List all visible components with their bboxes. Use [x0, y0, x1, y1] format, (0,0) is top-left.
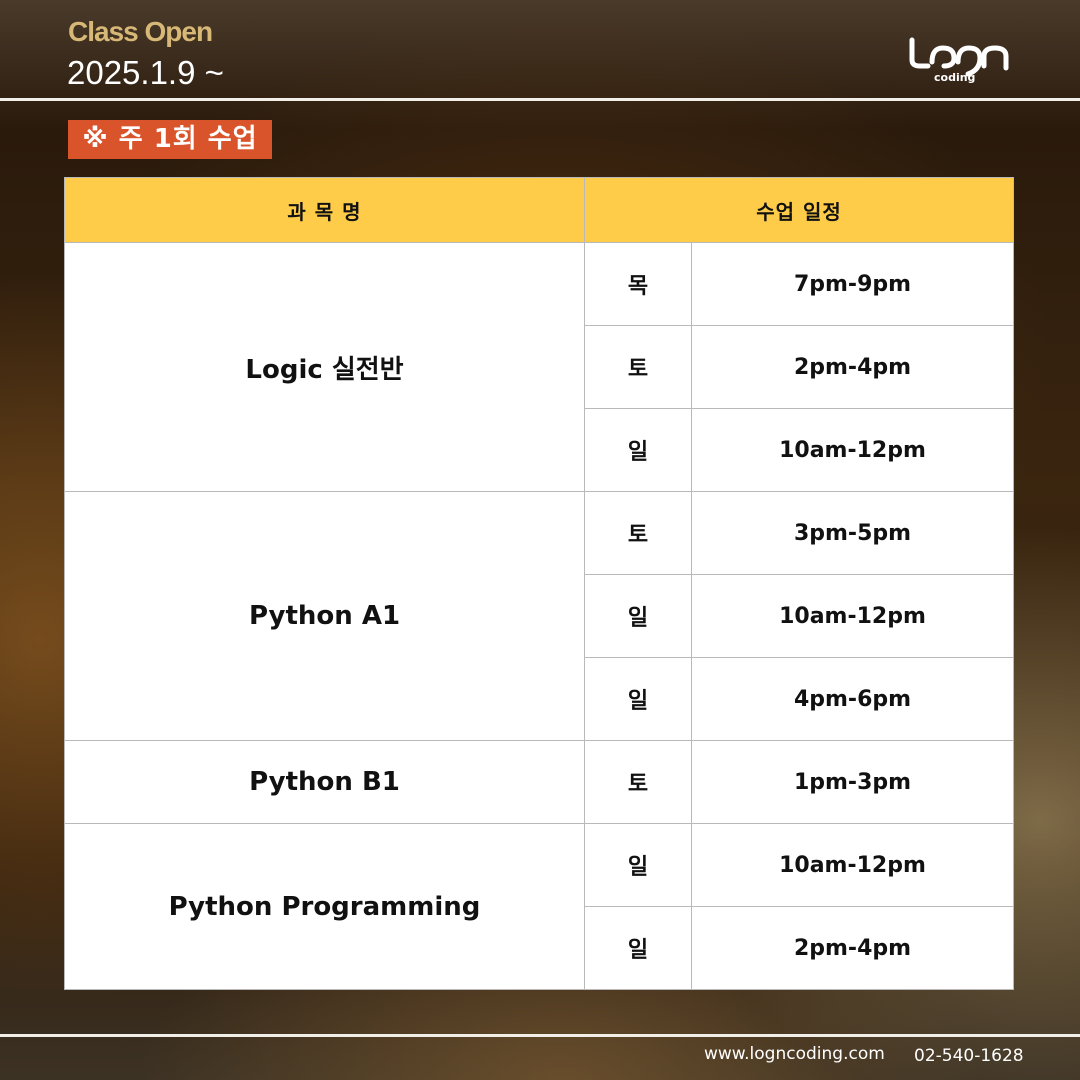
logn-coding-logo: coding — [909, 37, 1009, 84]
schedule-table: 과 목 명 수업 일정 Logic 실전반 목 7pm-9pm 토 2pm-4p… — [64, 177, 1015, 990]
session-time: 4pm-6pm — [690, 657, 1015, 741]
header-course-name: 과 목 명 — [64, 177, 585, 243]
session-time: 2pm-4pm — [690, 325, 1015, 409]
session-day: 토 — [584, 740, 692, 824]
header-divider — [0, 98, 1080, 101]
course-name: Python B1 — [64, 740, 585, 824]
course-name: Python Programming — [64, 823, 585, 990]
header-schedule: 수업 일정 — [583, 177, 1015, 243]
session-time: 10am-12pm — [690, 408, 1015, 492]
table-row: Logic 실전반 목 7pm-9pm — [64, 242, 1015, 492]
course-name: Python A1 — [64, 491, 585, 741]
table-header-row: 과 목 명 수업 일정 — [64, 177, 1015, 243]
logo-text: coding — [934, 71, 975, 84]
notice-badge: ※ 주 1회 수업 — [68, 120, 272, 159]
session-time: 1pm-3pm — [690, 740, 1015, 824]
footer-divider — [0, 1034, 1080, 1037]
session-day: 일 — [584, 408, 692, 492]
session-day: 일 — [584, 906, 692, 990]
header-date: 2025.1.9 ~ — [67, 54, 224, 91]
session-time: 3pm-5pm — [690, 491, 1015, 575]
footer-phone: 02-540-1628 — [914, 1046, 1024, 1066]
session-day: 목 — [584, 242, 692, 326]
table-row: Python B1 토 1pm-3pm — [64, 740, 1015, 824]
session-day: 일 — [584, 574, 692, 658]
session-time: 2pm-4pm — [690, 906, 1015, 990]
footer-website[interactable]: www.logncoding.com — [704, 1044, 885, 1064]
session-time: 7pm-9pm — [690, 242, 1015, 326]
session-day: 토 — [584, 491, 692, 575]
session-time: 10am-12pm — [690, 823, 1015, 907]
session-time: 10am-12pm — [690, 574, 1015, 658]
session-day: 토 — [584, 325, 692, 409]
session-day: 일 — [584, 657, 692, 741]
course-name: Logic 실전반 — [64, 242, 585, 492]
session-day: 일 — [584, 823, 692, 907]
header-title: Class Open — [68, 16, 213, 47]
table-row: Python A1 토 3pm-5pm — [64, 491, 1015, 741]
table-row: Python Programming 일 10am-12pm — [64, 823, 1015, 990]
